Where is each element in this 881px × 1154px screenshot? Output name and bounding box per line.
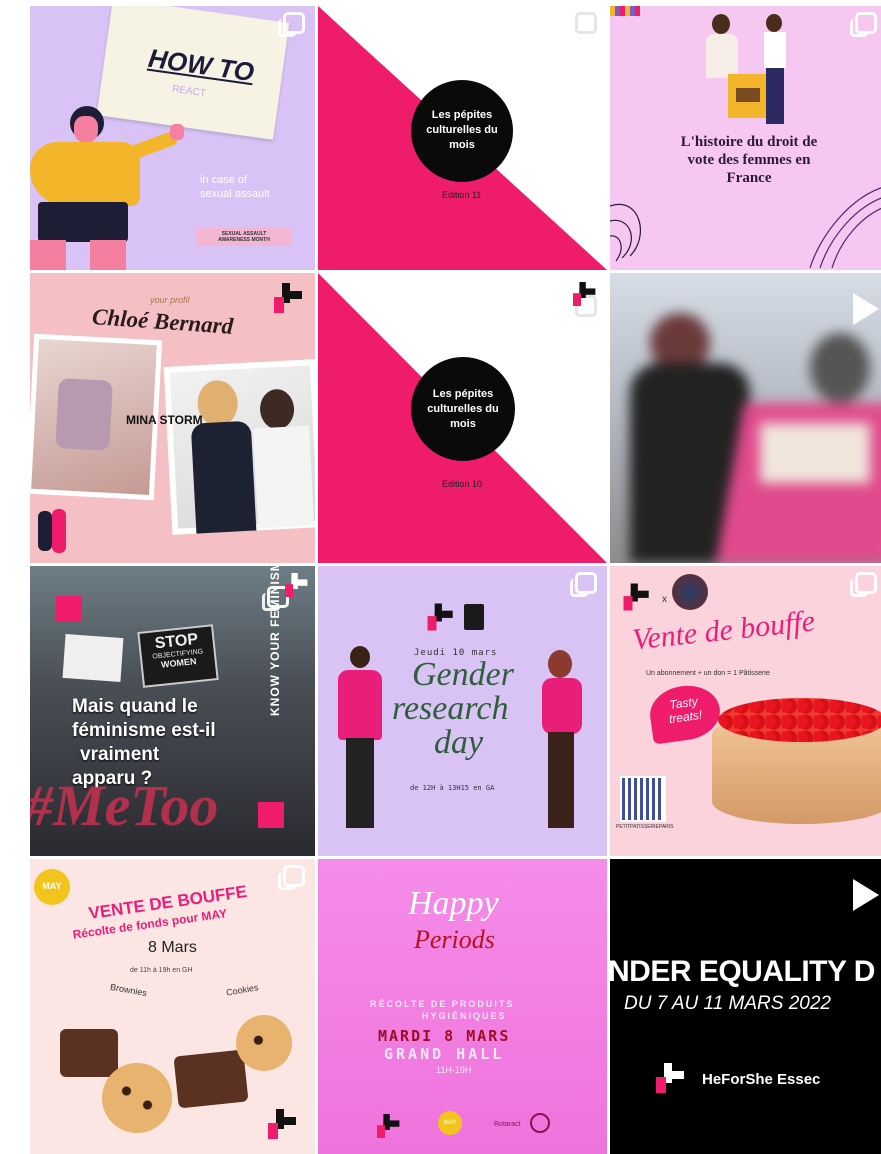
label-cookies: Cookies [225,982,260,998]
title-line-2: DU 7 AU 11 MARS 2022 [624,993,831,1014]
event-date: 8 Mars [148,939,197,956]
event-place: GRAND HALL [384,1045,505,1063]
woman-illustration [534,650,590,840]
heforshe-logo [268,1109,298,1139]
profile-name: Chloé Bernard [91,304,234,339]
post-vente-de-bouffe-may[interactable]: MAY VENTE DE BOUFFE Récolte de fonds pou… [30,859,315,1154]
edition-label: Edition 10 [442,479,483,489]
sign-left [62,634,124,682]
heforshe-logo [656,1063,686,1093]
heforshe-logo [377,1114,401,1138]
post-video-bake-sale[interactable] [610,273,881,563]
post-gender-equality-week[interactable]: NDER EQUALITY D DU 7 AU 11 MARS 2022 HeF… [610,859,881,1154]
heforshe-logo [573,282,597,306]
photo-right [163,359,315,535]
headline-line-3: vraiment [80,744,160,765]
title-gender: Gender [412,656,514,693]
post-happy-periods[interactable]: Happy Periods RÉCOLTE DE PRODUITS HYGIÉN… [318,859,607,1154]
may-logo: MAY [438,1111,462,1135]
post-pepites-edition-10[interactable]: Les pépites culturelles du mois Edition … [318,273,607,563]
awareness-badge: SEXUAL ASSAULT AWARENESS MONTH [196,228,292,246]
multi-image-icon [850,572,877,597]
post-gender-research-day[interactable]: Jeudi 10 mars Gender research day de 12H… [318,566,607,856]
multi-image-icon [570,572,597,597]
heforshe-logo [274,283,304,313]
blurred-scene [610,273,881,563]
title-research: research [392,690,509,727]
essec-logo [464,604,484,630]
post-know-your-feminism[interactable]: STOP OBJECTIFYING WOMEN Mais quand le fé… [30,566,315,856]
heforshe-logo [285,573,309,597]
heforshe-logo [427,603,455,631]
kicker: your profil [150,295,190,305]
heforshe-logo [623,583,651,611]
event-time: de 12H à 13H15 en GA [410,784,495,792]
partner-logo [672,574,708,610]
pastry-illustration [40,1009,300,1139]
video-icon [853,293,879,325]
person-illustration [30,106,184,270]
pink-square-bottom [258,802,284,828]
post-subtitle: Un abonnement + un don = 1 Pâtisserie [646,670,770,677]
title-line-1: NDER EQUALITY D [610,955,875,988]
multi-image-icon [570,12,597,37]
video-icon [853,879,879,911]
rotaract-wheel [530,1113,550,1133]
metoo-sign: #MeToo [30,773,219,838]
title-circle: Les pépites culturelles du mois [411,80,513,182]
may-badge: MAY [34,869,70,905]
tag-label: MINA STORM [126,413,203,427]
title-happy: Happy [408,885,499,922]
event-time: 11H-19H [436,1065,472,1075]
multi-image-icon [850,12,877,37]
post-pepites-edition-11[interactable]: Les pépites culturelles du mois Edition … [318,6,607,270]
pink-square-top [56,596,82,622]
rotaract-logo: Rotaract [494,1121,521,1128]
post-vente-de-bouffe-patisserie[interactable]: x Vente de bouffe Un abonnement + un don… [610,566,881,856]
title-circle: Les pépites culturelles du mois [411,357,515,461]
post-histoire-droit-de-vote[interactable]: L'histoire du droit de vote des femmes e… [610,6,881,270]
headline-line-1: Mais quand le [72,696,198,717]
post-chloe-bernard[interactable]: your profil Chloé Bernard MINA STORM [30,273,315,563]
title-day: day [434,724,484,761]
qr-credit: PETITPATISSERIEPARIS [616,824,674,830]
subtitle-line-2: HYGIÉNIQUES [422,1011,507,1021]
post-line-2: sexual assault [200,188,270,200]
couple-sticker [36,505,70,559]
edition-label: Edition 11 [442,190,482,200]
post-how-to-react[interactable]: HOW TO REACT in case of sexual assault S… [30,6,315,270]
profile-post-grid: HOW TO REACT in case of sexual assault S… [30,6,881,1154]
brand-name: HeForShe Essec [702,1071,821,1088]
multi-image-icon [278,865,305,890]
headline-line-2: féminisme est-il [72,720,216,741]
qr-code [620,776,666,822]
sign-stop: STOP OBJECTIFYING WOMEN [137,624,219,688]
post-line-1: in case of [200,174,248,186]
multi-image-icon [278,12,305,37]
post-title: Vente de bouffe [630,604,817,657]
title-periods: Periods [414,925,495,954]
event-time: de 11h à 19h en GH [130,967,193,974]
event-date: MARDI 8 MARS [378,1027,511,1045]
man-illustration [332,646,388,836]
label-brownies: Brownies [109,981,148,999]
cake-illustration [712,698,881,848]
decor-lines [610,187,881,269]
collab-x: x [662,594,667,605]
subtitle-line-1: RÉCOLTE DE PRODUITS [370,999,515,1009]
